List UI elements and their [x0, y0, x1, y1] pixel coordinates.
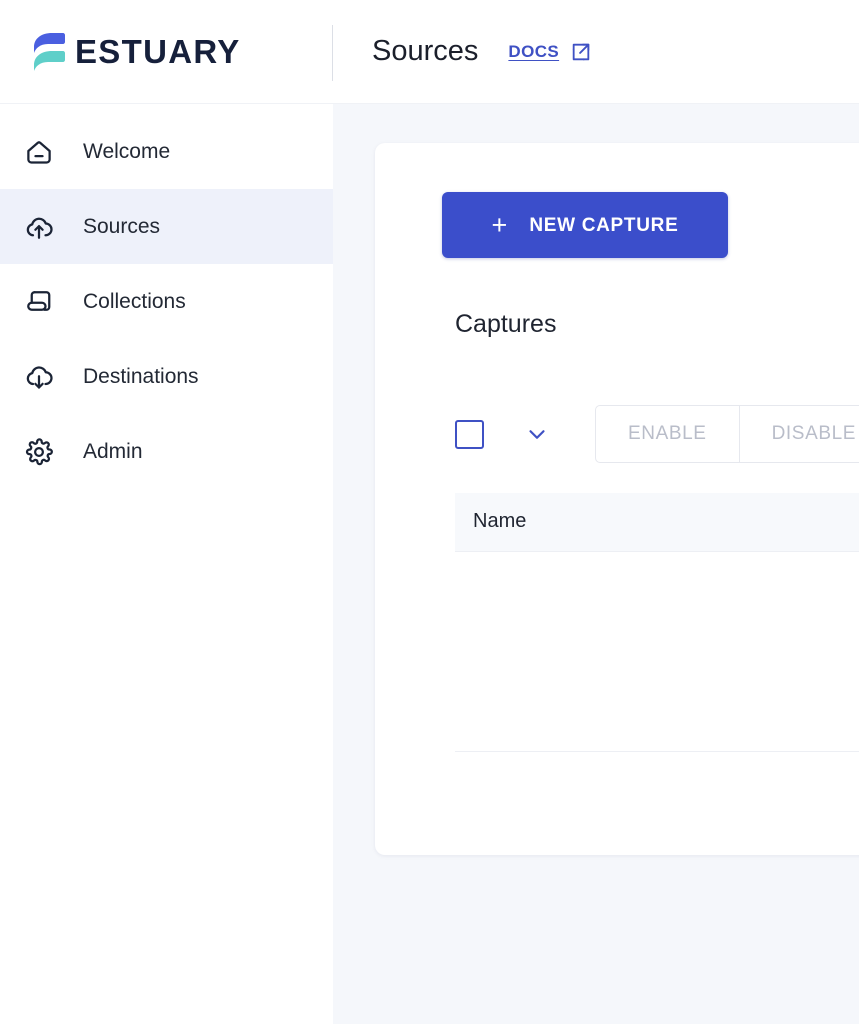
captures-card: + NEW CAPTURE Captures ENABLE DISABLE Na… — [375, 143, 859, 855]
bulk-action-button-group: ENABLE DISABLE — [595, 405, 859, 463]
sidebar-item-label: Collections — [83, 290, 186, 313]
table-empty-cell — [455, 551, 859, 751]
disable-button[interactable]: DISABLE — [738, 406, 859, 462]
cloud-upload-icon — [20, 208, 58, 246]
select-all-checkbox[interactable] — [455, 419, 484, 449]
sidebar-item-label: Admin — [83, 440, 143, 463]
docs-link-label: DOCS — [508, 42, 560, 61]
sidebar-item-label: Welcome — [83, 140, 171, 163]
sidebar-item-collections[interactable]: Collections — [0, 264, 333, 339]
sidebar-item-destinations[interactable]: Destinations — [0, 339, 333, 414]
gear-icon — [20, 433, 58, 471]
home-icon — [20, 133, 58, 171]
sidebar-item-welcome[interactable]: Welcome — [0, 114, 333, 189]
sidebar-navigation: Welcome Sources Collections Destinations… — [0, 104, 333, 1024]
sidebar-item-admin[interactable]: Admin — [0, 414, 333, 489]
column-header-type[interactable]: Type — [755, 493, 859, 552]
cloud-download-icon — [20, 358, 58, 396]
chevron-down-icon[interactable] — [518, 415, 556, 453]
main-content-area: + NEW CAPTURE Captures ENABLE DISABLE Na… — [333, 104, 859, 1024]
brand-wordmark: ESTUARY — [75, 33, 241, 70]
sidebar-item-label: Destinations — [83, 365, 199, 388]
collections-stack-icon — [20, 283, 58, 321]
header-title-group: Sources DOCS — [332, 0, 592, 104]
table-bottom-divider — [455, 751, 859, 752]
docs-link[interactable]: DOCS — [508, 41, 592, 63]
app-header: ESTUARY Sources DOCS — [0, 0, 859, 104]
column-header-name[interactable]: Name — [455, 493, 755, 552]
sidebar-item-sources[interactable]: Sources — [0, 189, 333, 264]
captures-table-toolbar: ENABLE DISABLE — [455, 403, 859, 465]
new-capture-button[interactable]: + NEW CAPTURE — [442, 192, 728, 258]
plus-icon: + — [491, 209, 508, 240]
brand-logo-group[interactable]: ESTUARY — [0, 0, 332, 104]
captures-table-header: Name Type — [455, 493, 859, 552]
table-header-row: Name Type — [455, 493, 859, 552]
captures-table: Name Type — [455, 493, 859, 751]
table-empty-row — [455, 551, 859, 751]
header-vertical-divider — [332, 25, 333, 81]
captures-table-body — [455, 551, 859, 751]
external-link-icon — [572, 43, 590, 60]
captures-section-heading: Captures — [455, 310, 557, 338]
page-title: Sources — [372, 35, 479, 67]
enable-button[interactable]: ENABLE — [596, 406, 739, 462]
estuary-leaf-logo-icon — [34, 32, 65, 71]
estuary-app-window: ESTUARY Sources DOCS Welcome Sources Col… — [0, 0, 859, 1024]
sidebar-item-label: Sources — [83, 215, 161, 238]
new-capture-label: NEW CAPTURE — [529, 214, 679, 236]
